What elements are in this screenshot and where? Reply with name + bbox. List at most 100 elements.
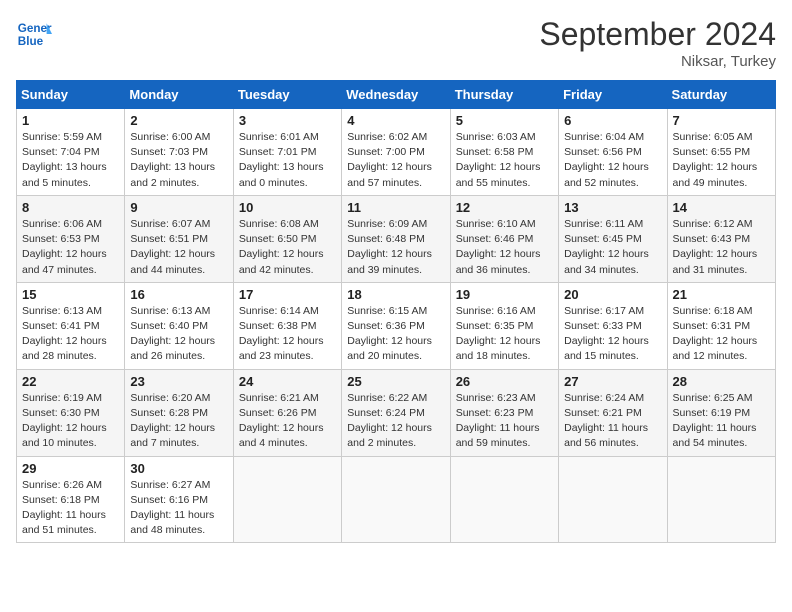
day-info: Sunrise: 6:07 AM Sunset: 6:51 PM Dayligh… [130, 217, 227, 278]
day-number: 12 [456, 200, 553, 215]
day-number: 24 [239, 374, 336, 389]
calendar-cell: 1 Sunrise: 5:59 AM Sunset: 7:04 PM Daylig… [17, 109, 125, 196]
calendar-cell: 10 Sunrise: 6:08 AM Sunset: 6:50 PM Dayli… [233, 195, 341, 282]
calendar-cell: 7 Sunrise: 6:05 AM Sunset: 6:55 PM Daylig… [667, 109, 775, 196]
day-number: 18 [347, 287, 444, 302]
calendar-cell: 25 Sunrise: 6:22 AM Sunset: 6:24 PM Dayli… [342, 369, 450, 456]
location-label: Niksar, Turkey [539, 53, 776, 70]
day-info: Sunrise: 6:21 AM Sunset: 6:26 PM Dayligh… [239, 391, 336, 452]
day-info: Sunrise: 6:22 AM Sunset: 6:24 PM Dayligh… [347, 391, 444, 452]
calendar-cell [559, 456, 667, 543]
day-info: Sunrise: 6:13 AM Sunset: 6:41 PM Dayligh… [22, 304, 119, 365]
day-info: Sunrise: 6:24 AM Sunset: 6:21 PM Dayligh… [564, 391, 661, 452]
day-info: Sunrise: 6:23 AM Sunset: 6:23 PM Dayligh… [456, 391, 553, 452]
day-info: Sunrise: 6:14 AM Sunset: 6:38 PM Dayligh… [239, 304, 336, 365]
day-number: 16 [130, 287, 227, 302]
weekday-thursday: Thursday [450, 81, 558, 109]
day-number: 17 [239, 287, 336, 302]
calendar-cell: 5 Sunrise: 6:03 AM Sunset: 6:58 PM Daylig… [450, 109, 558, 196]
day-info: Sunrise: 6:27 AM Sunset: 6:16 PM Dayligh… [130, 478, 227, 539]
day-number: 10 [239, 200, 336, 215]
calendar-cell [450, 456, 558, 543]
day-number: 9 [130, 200, 227, 215]
weekday-saturday: Saturday [667, 81, 775, 109]
day-number: 23 [130, 374, 227, 389]
day-info: Sunrise: 6:09 AM Sunset: 6:48 PM Dayligh… [347, 217, 444, 278]
calendar-cell [667, 456, 775, 543]
calendar-cell: 15Sunrise: 6:13 AM Sunset: 6:41 PM Dayli… [17, 282, 125, 369]
calendar-week-4: 22Sunrise: 6:19 AM Sunset: 6:30 PM Dayli… [17, 369, 776, 456]
calendar-table: SundayMondayTuesdayWednesdayThursdayFrid… [16, 80, 776, 543]
day-info: Sunrise: 5:59 AM Sunset: 7:04 PM Dayligh… [22, 130, 119, 191]
calendar-cell: 21 Sunrise: 6:18 AM Sunset: 6:31 PM Dayli… [667, 282, 775, 369]
day-number: 5 [456, 113, 553, 128]
day-number: 4 [347, 113, 444, 128]
calendar-cell [233, 456, 341, 543]
day-number: 30 [130, 461, 227, 476]
day-info: Sunrise: 6:01 AM Sunset: 7:01 PM Dayligh… [239, 130, 336, 191]
calendar-cell: 30 Sunrise: 6:27 AM Sunset: 6:16 PM Dayli… [125, 456, 233, 543]
day-info: Sunrise: 6:12 AM Sunset: 6:43 PM Dayligh… [673, 217, 770, 278]
day-info: Sunrise: 6:20 AM Sunset: 6:28 PM Dayligh… [130, 391, 227, 452]
day-number: 19 [456, 287, 553, 302]
calendar-cell: 2Sunrise: 6:00 AM Sunset: 7:03 PM Daylig… [125, 109, 233, 196]
calendar-cell: 27 Sunrise: 6:24 AM Sunset: 6:21 PM Dayli… [559, 369, 667, 456]
calendar-cell: 3Sunrise: 6:01 AM Sunset: 7:01 PM Daylig… [233, 109, 341, 196]
day-number: 1 [22, 113, 119, 128]
day-info: Sunrise: 6:03 AM Sunset: 6:58 PM Dayligh… [456, 130, 553, 191]
calendar-cell: 29Sunrise: 6:26 AM Sunset: 6:18 PM Dayli… [17, 456, 125, 543]
day-info: Sunrise: 6:18 AM Sunset: 6:31 PM Dayligh… [673, 304, 770, 365]
day-number: 25 [347, 374, 444, 389]
day-number: 21 [673, 287, 770, 302]
day-number: 7 [673, 113, 770, 128]
calendar-cell: 19 Sunrise: 6:16 AM Sunset: 6:35 PM Dayli… [450, 282, 558, 369]
day-info: Sunrise: 6:15 AM Sunset: 6:36 PM Dayligh… [347, 304, 444, 365]
svg-text:Blue: Blue [18, 35, 44, 48]
day-number: 2 [130, 113, 227, 128]
day-info: Sunrise: 6:08 AM Sunset: 6:50 PM Dayligh… [239, 217, 336, 278]
calendar-cell: 20 Sunrise: 6:17 AM Sunset: 6:33 PM Dayli… [559, 282, 667, 369]
calendar-cell: 23 Sunrise: 6:20 AM Sunset: 6:28 PM Dayli… [125, 369, 233, 456]
calendar-cell: 28 Sunrise: 6:25 AM Sunset: 6:19 PM Dayli… [667, 369, 775, 456]
day-number: 11 [347, 200, 444, 215]
weekday-tuesday: Tuesday [233, 81, 341, 109]
calendar-cell: 6Sunrise: 6:04 AM Sunset: 6:56 PM Daylig… [559, 109, 667, 196]
calendar-cell: 18 Sunrise: 6:15 AM Sunset: 6:36 PM Dayli… [342, 282, 450, 369]
weekday-friday: Friday [559, 81, 667, 109]
calendar-cell [342, 456, 450, 543]
day-info: Sunrise: 6:19 AM Sunset: 6:30 PM Dayligh… [22, 391, 119, 452]
day-number: 28 [673, 374, 770, 389]
calendar-cell: 22Sunrise: 6:19 AM Sunset: 6:30 PM Dayli… [17, 369, 125, 456]
day-number: 20 [564, 287, 661, 302]
weekday-wednesday: Wednesday [342, 81, 450, 109]
day-info: Sunrise: 6:04 AM Sunset: 6:56 PM Dayligh… [564, 130, 661, 191]
weekday-header-row: SundayMondayTuesdayWednesdayThursdayFrid… [17, 81, 776, 109]
calendar-week-2: 8Sunrise: 6:06 AM Sunset: 6:53 PM Daylig… [17, 195, 776, 282]
calendar-cell: 26 Sunrise: 6:23 AM Sunset: 6:23 PM Dayli… [450, 369, 558, 456]
calendar-week-3: 15Sunrise: 6:13 AM Sunset: 6:41 PM Dayli… [17, 282, 776, 369]
calendar-cell: 9 Sunrise: 6:07 AM Sunset: 6:51 PM Daylig… [125, 195, 233, 282]
day-info: Sunrise: 6:25 AM Sunset: 6:19 PM Dayligh… [673, 391, 770, 452]
day-info: Sunrise: 6:06 AM Sunset: 6:53 PM Dayligh… [22, 217, 119, 278]
calendar-cell: 24 Sunrise: 6:21 AM Sunset: 6:26 PM Dayli… [233, 369, 341, 456]
day-number: 26 [456, 374, 553, 389]
calendar-cell: 11 Sunrise: 6:09 AM Sunset: 6:48 PM Dayli… [342, 195, 450, 282]
day-number: 27 [564, 374, 661, 389]
month-title: September 2024 [539, 16, 776, 53]
day-info: Sunrise: 6:16 AM Sunset: 6:35 PM Dayligh… [456, 304, 553, 365]
calendar-week-5: 29Sunrise: 6:26 AM Sunset: 6:18 PM Dayli… [17, 456, 776, 543]
day-info: Sunrise: 6:17 AM Sunset: 6:33 PM Dayligh… [564, 304, 661, 365]
calendar-cell: 17 Sunrise: 6:14 AM Sunset: 6:38 PM Dayli… [233, 282, 341, 369]
day-info: Sunrise: 6:05 AM Sunset: 6:55 PM Dayligh… [673, 130, 770, 191]
day-info: Sunrise: 6:13 AM Sunset: 6:40 PM Dayligh… [130, 304, 227, 365]
calendar-week-1: 1 Sunrise: 5:59 AM Sunset: 7:04 PM Daylig… [17, 109, 776, 196]
weekday-sunday: Sunday [17, 81, 125, 109]
page-header: General Blue September 2024 Niksar, Turk… [16, 16, 776, 70]
calendar-cell: 12Sunrise: 6:10 AM Sunset: 6:46 PM Dayli… [450, 195, 558, 282]
title-block: September 2024 Niksar, Turkey [539, 16, 776, 70]
calendar-cell: 13Sunrise: 6:11 AM Sunset: 6:45 PM Dayli… [559, 195, 667, 282]
calendar-cell: 8Sunrise: 6:06 AM Sunset: 6:53 PM Daylig… [17, 195, 125, 282]
day-info: Sunrise: 6:26 AM Sunset: 6:18 PM Dayligh… [22, 478, 119, 539]
logo-icon: General Blue [16, 16, 52, 52]
weekday-monday: Monday [125, 81, 233, 109]
